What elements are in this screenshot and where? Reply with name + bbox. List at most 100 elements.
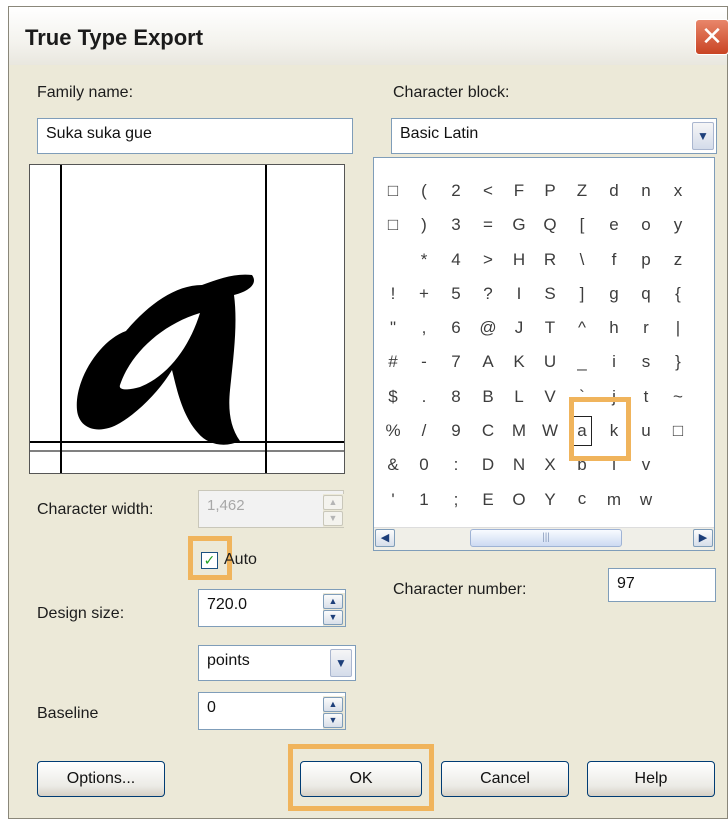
grid-cell[interactable]: q	[636, 277, 656, 311]
grid-cell[interactable]: %	[383, 414, 403, 448]
grid-cell[interactable]: 9	[446, 414, 466, 448]
grid-cell[interactable]: i	[604, 345, 624, 379]
grid-cell[interactable]: (	[414, 174, 434, 208]
grid-cell[interactable]: H	[509, 243, 529, 277]
grid-cell[interactable]: □	[668, 414, 688, 448]
grid-cell[interactable]: ~	[668, 380, 688, 414]
grid-cell[interactable]: B	[478, 380, 498, 414]
ok-button[interactable]: OK	[300, 761, 422, 797]
grid-cell[interactable]: :	[446, 448, 466, 482]
grid-cell[interactable]: T	[540, 311, 560, 345]
spin-down-icon[interactable]: ▼	[323, 511, 343, 526]
grid-cell[interactable]: X	[540, 448, 560, 482]
grid-cell[interactable]: \	[572, 243, 592, 277]
grid-cell[interactable]: U	[540, 345, 560, 379]
grid-cell[interactable]: m	[604, 483, 624, 517]
character-grid[interactable]: □ □! " # $% & ' () * +, -./0 1 2 3 4 5 6 7 8 9:; < = >? @ A B C…	[373, 157, 715, 551]
grid-cell[interactable]: N	[509, 448, 529, 482]
grid-cell[interactable]: 2	[446, 174, 466, 208]
grid-cell[interactable]: C	[478, 414, 498, 448]
grid-cell[interactable]: |	[668, 311, 688, 345]
grid-cell[interactable]: "	[383, 311, 403, 345]
grid-cell[interactable]: G	[509, 208, 529, 242]
grid-cell[interactable]: p	[636, 243, 656, 277]
grid-cell[interactable]: s	[636, 345, 656, 379]
grid-cell[interactable]: ;	[446, 483, 466, 517]
grid-cell[interactable]: =	[478, 208, 498, 242]
grid-cell[interactable]: _	[572, 345, 592, 379]
grid-cell[interactable]: !	[383, 277, 403, 311]
grid-cell[interactable]: '	[383, 483, 403, 517]
grid-cell[interactable]: □	[383, 174, 403, 208]
grid-cell[interactable]: *	[414, 243, 434, 277]
grid-cell[interactable]: ,	[414, 311, 434, 345]
grid-cell[interactable]: M	[509, 414, 529, 448]
grid-cell[interactable]: Y	[540, 483, 560, 517]
grid-cell[interactable]: f	[604, 243, 624, 277]
grid-cell[interactable]: A	[478, 345, 498, 379]
auto-checkbox[interactable]: ✓	[201, 552, 218, 569]
grid-cell[interactable]: /	[414, 414, 434, 448]
grid-cell[interactable]: L	[509, 380, 529, 414]
character-number-input[interactable]: 97	[608, 568, 716, 602]
grid-cell[interactable]: 8	[446, 380, 466, 414]
baseline-spinner[interactable]: ▲ ▼	[323, 696, 345, 729]
grid-cell[interactable]: 7	[446, 345, 466, 379]
grid-cell[interactable]: P	[540, 174, 560, 208]
grid-cell[interactable]: y	[668, 208, 688, 242]
grid-cell[interactable]: {	[668, 277, 688, 311]
grid-cell[interactable]: n	[636, 174, 656, 208]
grid-cell[interactable]: E	[478, 483, 498, 517]
grid-cell[interactable]: d	[604, 174, 624, 208]
grid-cell[interactable]: +	[414, 277, 434, 311]
help-button[interactable]: Help	[587, 761, 715, 797]
grid-cell[interactable]: 4	[446, 243, 466, 277]
spin-up-icon[interactable]: ▲	[323, 594, 343, 609]
title-bar[interactable]: True Type Export ✕	[9, 7, 728, 65]
grid-cell[interactable]: g	[604, 277, 624, 311]
grid-cell[interactable]: R	[540, 243, 560, 277]
grid-cell[interactable]: x	[668, 174, 688, 208]
design-size-spinner[interactable]: ▲ ▼	[323, 593, 345, 626]
grid-cell[interactable]: e	[604, 208, 624, 242]
chevron-down-icon[interactable]: ▼	[692, 122, 714, 150]
grid-cell[interactable]: □	[383, 208, 403, 242]
grid-cell[interactable]: &	[383, 448, 403, 482]
grid-cell[interactable]: -	[414, 345, 434, 379]
grid-cell[interactable]: 5	[446, 277, 466, 311]
grid-cell[interactable]: o	[636, 208, 656, 242]
close-icon[interactable]: ✕	[695, 19, 728, 55]
scroll-left-icon[interactable]: ◀	[375, 529, 395, 547]
grid-cell[interactable]: S	[540, 277, 560, 311]
grid-cell[interactable]: r	[636, 311, 656, 345]
grid-cell[interactable]: u	[636, 414, 656, 448]
grid-cell[interactable]: ^	[572, 311, 592, 345]
grid-cell[interactable]: c	[572, 482, 592, 516]
grid-cell[interactable]: K	[509, 345, 529, 379]
grid-cell[interactable]: ?	[478, 277, 498, 311]
grid-cell[interactable]: }	[668, 345, 688, 379]
grid-cell[interactable]: w	[636, 483, 656, 517]
grid-cell[interactable]: z	[668, 243, 688, 277]
grid-cell[interactable]	[668, 448, 688, 482]
grid-cell[interactable]: J	[509, 311, 529, 345]
grid-horizontal-scrollbar[interactable]: ◀ ||| ▶	[374, 527, 714, 550]
spin-down-icon[interactable]: ▼	[323, 713, 343, 728]
grid-cell[interactable]: )	[414, 208, 434, 242]
grid-cell[interactable]: W	[540, 414, 560, 448]
grid-cell[interactable]: >	[478, 243, 498, 277]
character-width-spinner[interactable]: ▲ ▼	[323, 494, 345, 527]
grid-cell[interactable]: .	[414, 380, 434, 414]
chevron-down-icon[interactable]: ▼	[330, 649, 352, 677]
grid-cell[interactable]: t	[636, 380, 656, 414]
grid-cell[interactable]: 3	[446, 208, 466, 242]
grid-cell[interactable]: @	[478, 311, 498, 345]
spin-up-icon[interactable]: ▲	[323, 697, 343, 712]
grid-cell[interactable]: 1	[414, 483, 434, 517]
grid-cell[interactable]: ]	[572, 277, 592, 311]
grid-cell[interactable]: Q	[540, 208, 560, 242]
cancel-button[interactable]: Cancel	[441, 761, 569, 797]
grid-cell[interactable]: I	[509, 277, 529, 311]
grid-cell[interactable]: D	[478, 448, 498, 482]
scroll-thumb[interactable]: |||	[470, 529, 622, 547]
